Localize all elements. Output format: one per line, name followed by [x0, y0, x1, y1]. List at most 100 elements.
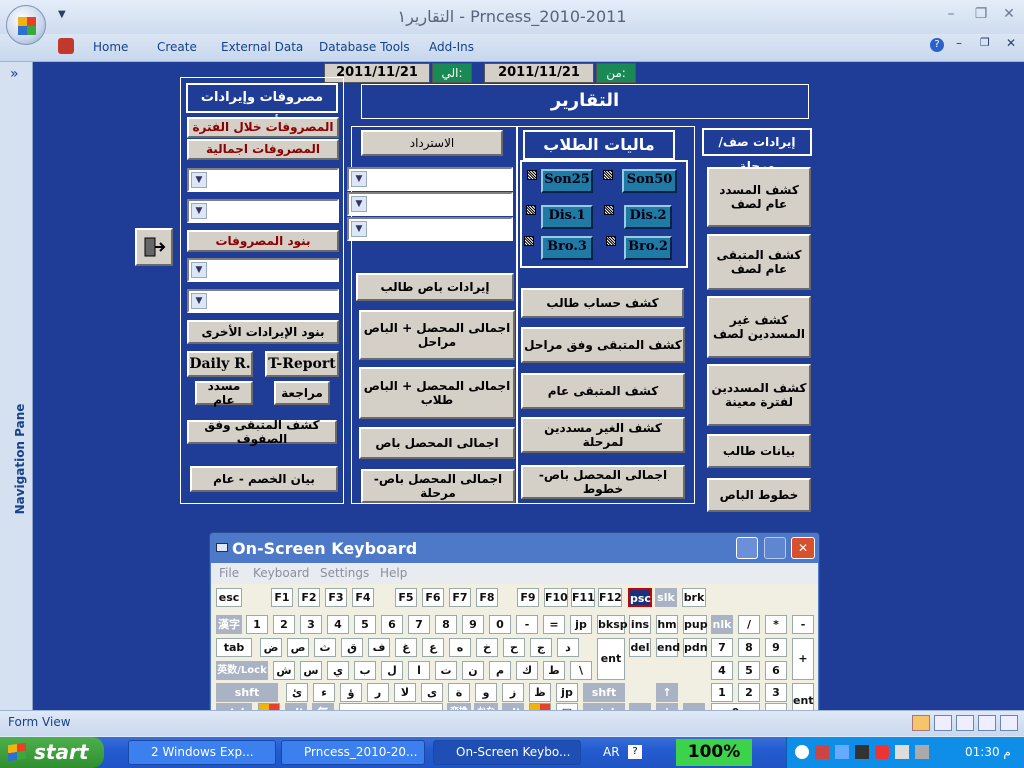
key-f8[interactable]: F8: [476, 588, 498, 607]
key-ar-ba[interactable]: ب: [354, 661, 376, 680]
collected-bus-lines-button[interactable]: اجمالى المحصل باص-خطوط: [521, 465, 685, 499]
unpaid-class-button[interactable]: كشف غير المسددين لصف: [707, 296, 811, 358]
tab-external-data[interactable]: External Data: [221, 40, 303, 54]
navigation-pane-label[interactable]: Navigation Pane: [13, 399, 27, 519]
key-kanji[interactable]: 漢字: [216, 615, 242, 634]
key-ar-noon[interactable]: ن: [462, 661, 484, 680]
key-shift-right[interactable]: shft: [583, 683, 625, 702]
key-ar-jeem[interactable]: ج: [530, 638, 552, 657]
key-ar-fa[interactable]: ف: [368, 638, 390, 657]
doc-close-button[interactable]: ✕: [1006, 36, 1016, 50]
key-brk[interactable]: brk: [682, 588, 706, 607]
key-num-9[interactable]: 9: [765, 638, 787, 657]
checkbox-bro3[interactable]: [524, 236, 534, 246]
key-9[interactable]: 9: [462, 615, 484, 634]
key-ar-zah[interactable]: ظ: [529, 683, 551, 702]
key-ar-lam[interactable]: ل: [381, 661, 403, 680]
left-combo-4[interactable]: ▼: [187, 289, 339, 313]
key-enter[interactable]: ent: [597, 638, 625, 680]
osk-menu-keyboard[interactable]: Keyboard: [253, 566, 309, 580]
key-eisu-lock[interactable]: 英数/Lock: [216, 661, 268, 680]
key-num-3[interactable]: 3: [765, 683, 787, 702]
key-num-6[interactable]: 6: [765, 661, 787, 680]
key-ar-kha[interactable]: خ: [476, 638, 498, 657]
key-8[interactable]: 8: [435, 615, 457, 634]
key-shift-left[interactable]: shft: [216, 683, 278, 702]
son25-button[interactable]: Son25: [541, 169, 593, 193]
key-ar-dad[interactable]: ض: [260, 638, 282, 657]
key-f9[interactable]: F9: [517, 588, 539, 607]
language-indicator[interactable]: AR: [603, 745, 620, 759]
volume-icon[interactable]: [915, 745, 929, 759]
key-1[interactable]: 1: [246, 615, 268, 634]
osk-close-button[interactable]: ✕: [791, 537, 815, 559]
key-ar-meem[interactable]: م: [489, 661, 511, 680]
key-bksp[interactable]: bksp: [597, 615, 628, 634]
key-ar-hamza[interactable]: ء: [313, 683, 335, 702]
key-num-minus[interactable]: -: [792, 615, 814, 634]
osk-menu-help[interactable]: Help: [380, 566, 407, 580]
remaining-general-button[interactable]: كشف المتبقى عام: [521, 373, 685, 409]
checkbox-son25[interactable]: [527, 170, 537, 180]
key-f7[interactable]: F7: [449, 588, 471, 607]
bus-revenue-button[interactable]: إيرادات باص طالب: [356, 273, 514, 301]
key-ar-waw[interactable]: و: [475, 683, 497, 702]
key-0[interactable]: 0: [489, 615, 511, 634]
key-num-5[interactable]: 5: [738, 661, 760, 680]
key-nlk[interactable]: nlk: [711, 615, 733, 634]
chevron-down-icon[interactable]: ▼: [191, 203, 207, 219]
key-ar-dal[interactable]: د: [557, 638, 579, 657]
other-revenue-items-button[interactable]: بنود الإيرادات الأخرى: [187, 320, 339, 344]
left-combo-1[interactable]: ▼: [187, 168, 339, 192]
chevron-down-icon[interactable]: ▼: [191, 262, 207, 278]
checkbox-dis2[interactable]: [604, 205, 614, 215]
refund-button[interactable]: الاسترداد: [361, 130, 503, 156]
form-view-icon[interactable]: [912, 715, 930, 731]
key-ar-ghain[interactable]: غ: [395, 638, 417, 657]
key-ar-sad[interactable]: ص: [287, 638, 309, 657]
checkbox-dis1[interactable]: [526, 205, 536, 215]
key-f2[interactable]: F2: [298, 588, 320, 607]
pivot-chart-icon[interactable]: [978, 715, 996, 731]
chevron-down-icon[interactable]: ▼: [191, 172, 207, 188]
key-minus[interactable]: -: [516, 615, 538, 634]
left-combo-2[interactable]: ▼: [187, 199, 339, 223]
review-button[interactable]: مراجعة: [274, 381, 330, 405]
tray-app-icon[interactable]: [815, 745, 829, 759]
tray-device-icon[interactable]: [855, 745, 869, 759]
key-ar-ha[interactable]: ه: [449, 638, 471, 657]
key-hm[interactable]: hm: [656, 615, 678, 634]
key-tab[interactable]: tab: [216, 638, 252, 657]
middle-combo-1[interactable]: ▼: [347, 167, 513, 191]
doc-restore-button[interactable]: ❐: [980, 36, 990, 49]
expense-items-button[interactable]: بنود المصروفات: [187, 230, 339, 252]
nav-expand-icon[interactable]: »: [10, 66, 19, 82]
paid-general-class-button[interactable]: كشف المسدد عام لصف: [707, 167, 811, 227]
osk-minimize-button[interactable]: [736, 537, 758, 559]
key-f4[interactable]: F4: [352, 588, 374, 607]
shield-icon[interactable]: [875, 745, 889, 759]
student-data-button[interactable]: بيانات طالب: [707, 434, 811, 468]
key-equals[interactable]: =: [543, 615, 565, 634]
son50-button[interactable]: Son50: [622, 169, 677, 193]
minimize-button[interactable]: –: [942, 6, 960, 22]
t-report-button[interactable]: T-Report: [265, 351, 339, 377]
chevron-down-icon[interactable]: ▼: [351, 196, 367, 212]
key-4[interactable]: 4: [327, 615, 349, 634]
from-date-field[interactable]: 2011/11/21: [484, 63, 594, 83]
middle-combo-2[interactable]: ▼: [347, 192, 513, 216]
key-ins[interactable]: ins: [629, 615, 651, 634]
checkbox-bro2[interactable]: [606, 236, 616, 246]
exit-button[interactable]: [135, 228, 173, 266]
key-jp-2[interactable]: jp: [556, 683, 578, 702]
key-2[interactable]: 2: [273, 615, 295, 634]
key-ar-tah[interactable]: ط: [543, 661, 565, 680]
doc-minimize-button[interactable]: –: [956, 36, 962, 50]
checkbox-son50[interactable]: [603, 170, 613, 180]
tab-home[interactable]: Home: [93, 40, 128, 54]
start-button[interactable]: start: [0, 737, 104, 768]
collected-bus-stages-button[interactable]: اجمالى المحصل + الباص مراحل: [359, 310, 515, 360]
key-ar-waw-hamza[interactable]: ؤ: [340, 683, 362, 702]
key-5[interactable]: 5: [354, 615, 376, 634]
daily-report-button[interactable]: Daily R.: [187, 351, 253, 377]
